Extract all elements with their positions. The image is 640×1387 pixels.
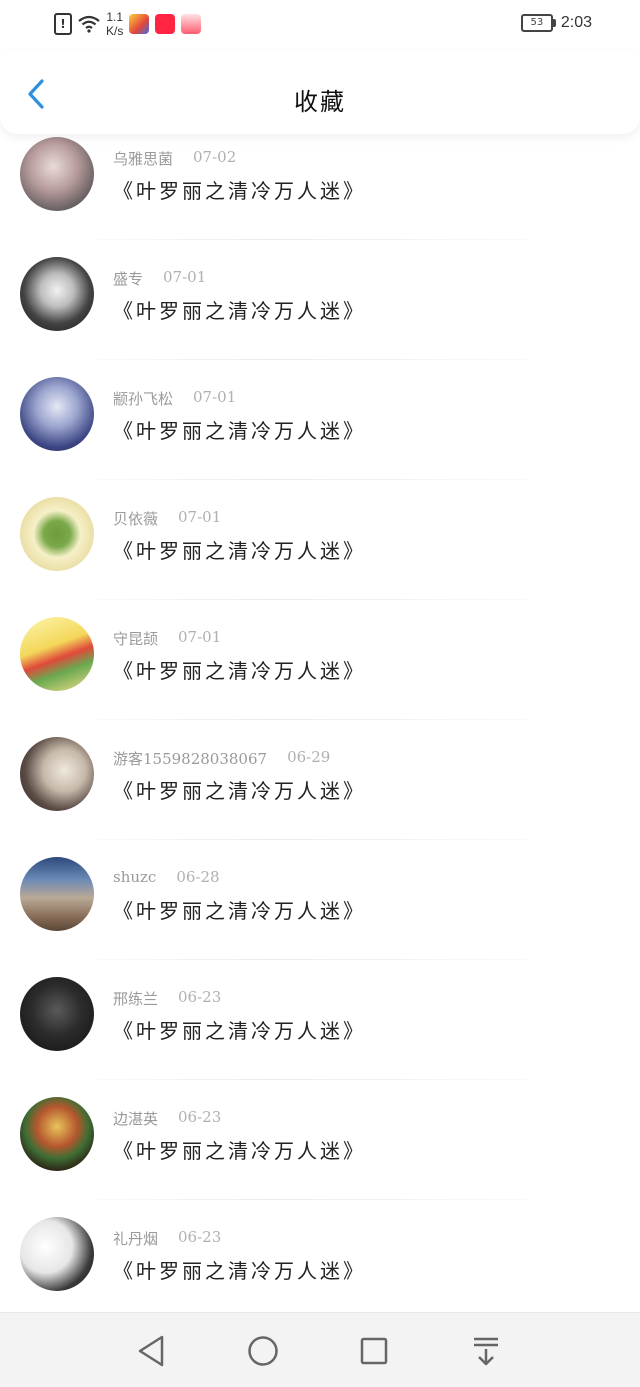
- avatar: [20, 617, 94, 691]
- item-date: 07-01: [178, 508, 222, 526]
- notification-pull-icon: [474, 1337, 498, 1366]
- avatar: [20, 137, 94, 211]
- app-icon-game: [129, 14, 150, 34]
- user-name: 盛专: [113, 270, 144, 288]
- list-item[interactable]: 礼丹烟 06-23 《叶罗丽之清冷万人迷》: [0, 1200, 640, 1320]
- avatar: [20, 1097, 94, 1171]
- nav-back-button[interactable]: [131, 1331, 171, 1371]
- item-meta: shuzc 06-28: [113, 868, 220, 886]
- user-name: shuzc: [113, 868, 157, 886]
- list-item[interactable]: 颛孙飞松 07-01 《叶罗丽之清冷万人迷》: [0, 360, 640, 480]
- list-item[interactable]: 邢练兰 06-23 《叶罗丽之清冷万人迷》: [0, 960, 640, 1080]
- network-speed-unit: K/s: [106, 24, 124, 38]
- book-title: 《叶罗丽之清冷万人迷》: [113, 1139, 366, 1163]
- system-nav-bar: [0, 1312, 640, 1387]
- app-icon-gift: [181, 14, 202, 34]
- item-meta: 边湛英 06-23: [113, 1108, 221, 1129]
- list-item[interactable]: 守昆颉 07-01 《叶罗丽之清冷万人迷》: [0, 600, 640, 720]
- item-meta: 邢练兰 06-23: [113, 988, 221, 1009]
- nav-home-button[interactable]: [243, 1331, 283, 1371]
- page-title: 收藏: [294, 88, 346, 116]
- avatar: [20, 257, 94, 331]
- item-date: 06-29: [287, 748, 331, 766]
- user-name: 礼丹烟: [113, 1230, 159, 1248]
- item-date: 06-23: [178, 1228, 222, 1246]
- book-title: 《叶罗丽之清冷万人迷》: [113, 539, 366, 563]
- avatar: [20, 377, 94, 451]
- battery-icon: 53: [520, 14, 556, 32]
- book-title: 《叶罗丽之清冷万人迷》: [113, 299, 366, 323]
- book-title: 《叶罗丽之清冷万人迷》: [113, 1019, 366, 1043]
- book-title: 《叶罗丽之清冷万人迷》: [113, 659, 366, 683]
- alert-icon: !: [54, 13, 72, 35]
- app-icon-xiaohongshu: [155, 14, 176, 34]
- network-speed: 1.1 K/s: [106, 10, 123, 38]
- list-item[interactable]: 游客1559828038067 06-29 《叶罗丽之清冷万人迷》: [0, 720, 640, 840]
- item-meta: 盛专 07-01: [113, 268, 206, 289]
- network-speed-value: 1.1: [106, 10, 124, 24]
- avatar: [20, 1217, 94, 1291]
- list-item[interactable]: 乌雅思菌 07-02 《叶罗丽之清冷万人迷》: [0, 120, 640, 240]
- book-title: 《叶罗丽之清冷万人迷》: [113, 899, 366, 923]
- item-meta: 乌雅思菌 07-02: [113, 148, 236, 169]
- home-circle-icon: [248, 1336, 278, 1366]
- user-name: 颛孙飞松: [113, 390, 174, 408]
- avatar: [20, 857, 94, 931]
- book-title: 《叶罗丽之清冷万人迷》: [113, 1259, 366, 1283]
- item-meta: 游客1559828038067 06-29: [113, 748, 330, 769]
- item-date: 07-02: [193, 148, 237, 166]
- nav-notification-button[interactable]: [466, 1331, 506, 1371]
- list-item[interactable]: 边湛英 06-23 《叶罗丽之清冷万人迷》: [0, 1080, 640, 1200]
- user-name: 邢练兰: [113, 990, 159, 1008]
- user-name: 边湛英: [113, 1110, 159, 1128]
- list-item[interactable]: shuzc 06-28 《叶罗丽之清冷万人迷》: [0, 840, 640, 960]
- wifi-icon: [78, 15, 100, 33]
- clock-time: 2:03: [560, 14, 592, 31]
- item-date: 06-28: [176, 868, 220, 886]
- list-item[interactable]: 盛专 07-01 《叶罗丽之清冷万人迷》: [0, 240, 640, 360]
- status-bar: ! 1.1 K/s 53 2:03: [0, 0, 640, 52]
- book-title: 《叶罗丽之清冷万人迷》: [113, 419, 366, 443]
- status-left: ! 1.1 K/s: [54, 10, 202, 38]
- book-title: 《叶罗丽之清冷万人迷》: [113, 779, 366, 803]
- item-date: 06-23: [178, 1108, 222, 1126]
- user-name: 贝依薇: [113, 510, 159, 528]
- item-meta: 守昆颉 07-01: [113, 628, 221, 649]
- favorites-list: 乌雅思菌 07-02 《叶罗丽之清冷万人迷》 盛专 07-01 《叶罗丽之清冷万…: [0, 120, 640, 1320]
- user-name: 游客1559828038067: [113, 750, 268, 768]
- status-right: 53 2:03: [520, 14, 592, 32]
- user-name: 乌雅思菌: [113, 150, 174, 168]
- user-name: 守昆颉: [113, 630, 159, 648]
- item-meta: 贝依薇 07-01: [113, 508, 221, 529]
- nav-recents-button[interactable]: [354, 1331, 394, 1371]
- item-date: 06-23: [178, 988, 222, 1006]
- avatar: [20, 737, 94, 811]
- item-date: 07-01: [193, 388, 237, 406]
- list-item[interactable]: 贝依薇 07-01 《叶罗丽之清冷万人迷》: [0, 480, 640, 600]
- item-meta: 礼丹烟 06-23: [113, 1228, 221, 1249]
- item-meta: 颛孙飞松 07-01: [113, 388, 236, 409]
- avatar: [20, 977, 94, 1051]
- item-date: 07-01: [163, 268, 207, 286]
- recents-square-icon: [360, 1337, 388, 1365]
- title-bar: 收藏: [0, 52, 640, 134]
- book-title: 《叶罗丽之清冷万人迷》: [113, 179, 366, 203]
- back-triangle-icon: [138, 1335, 164, 1367]
- avatar: [20, 497, 94, 571]
- item-date: 07-01: [178, 628, 222, 646]
